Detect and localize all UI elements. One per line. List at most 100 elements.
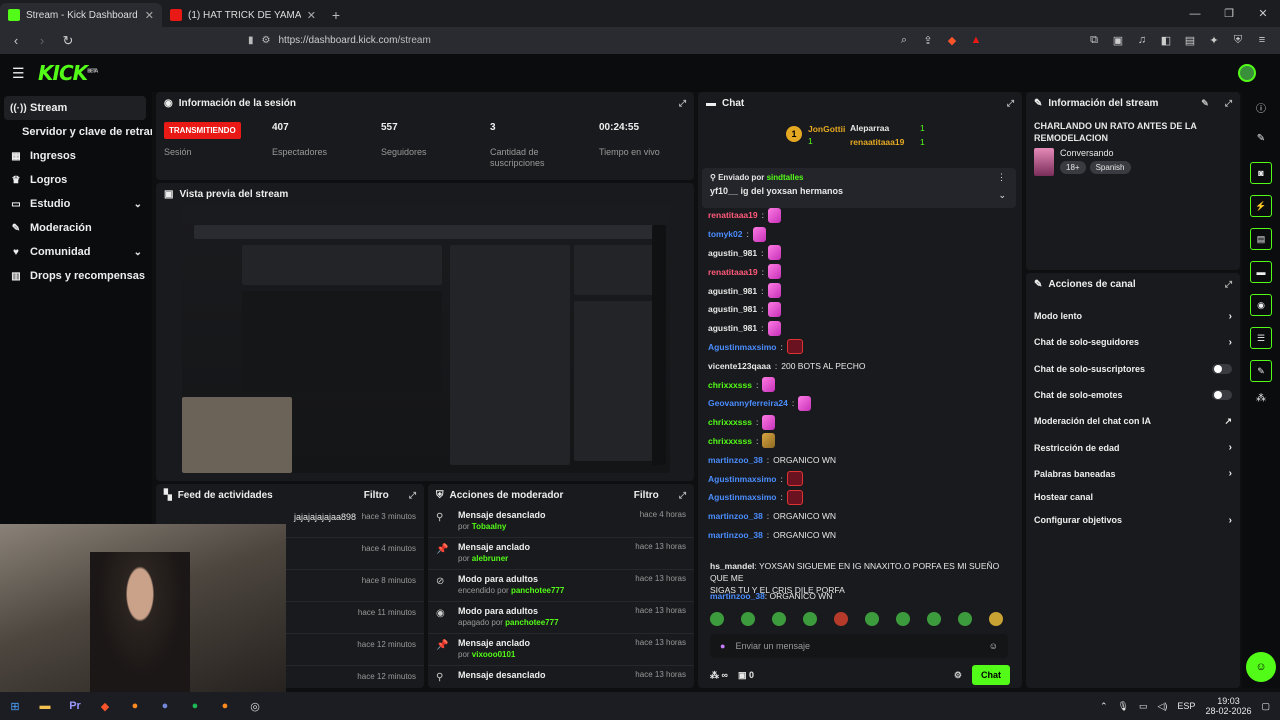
emote-icon[interactable]: [896, 612, 910, 626]
mod-user[interactable]: panchotee777: [505, 618, 558, 627]
filter-button[interactable]: Filtro: [634, 490, 659, 501]
close-tab-icon[interactable]: ✕: [307, 9, 316, 22]
site-info-icon[interactable]: ⚙: [262, 35, 271, 46]
more-options-icon[interactable]: ⋮: [997, 172, 1006, 183]
obs-icon[interactable]: ◎: [240, 692, 270, 720]
popout-icon[interactable]: ⤢: [409, 490, 416, 501]
brave-shield-icon[interactable]: ◆: [944, 31, 960, 49]
microphone-icon[interactable]: 🎙: [1118, 701, 1129, 712]
reload-icon[interactable]: ↻: [58, 33, 78, 49]
screenshot-icon[interactable]: ▣: [1110, 31, 1126, 49]
emote-icon[interactable]: [865, 612, 879, 626]
support-chat-icon[interactable]: ☺: [1246, 652, 1276, 682]
network-icon[interactable]: ▭: [1139, 701, 1148, 712]
age-restriction-row[interactable]: Restricción de edad ›: [1026, 434, 1240, 460]
notes-icon[interactable]: ▤: [1250, 228, 1272, 250]
banned-words-row[interactable]: Palabras baneadas ›: [1026, 461, 1240, 487]
vpn-icon[interactable]: ⛨: [1230, 31, 1246, 49]
back-icon[interactable]: ‹: [6, 33, 26, 48]
sidebar-item-server-key[interactable]: Servidor y clave de retransmisión: [0, 120, 152, 144]
chat-bubble-icon[interactable]: ▬: [1250, 261, 1272, 283]
top-user[interactable]: Aleparraa: [850, 123, 889, 133]
spotify-icon[interactable]: ●: [180, 692, 210, 720]
subs-only-toggle[interactable]: [1212, 363, 1232, 374]
gift-icon[interactable]: ▣ 0: [738, 670, 754, 681]
chat-user[interactable]: tomyk02: [708, 229, 743, 239]
clock[interactable]: 19:03 28-02-2026: [1205, 696, 1251, 716]
camera-icon[interactable]: ◙: [1250, 162, 1272, 184]
chat-user[interactable]: Geovannyferreira24: [708, 398, 788, 408]
emote-icon[interactable]: [989, 612, 1003, 626]
chat-user[interactable]: chrixxxsss: [708, 436, 752, 446]
top-user[interactable]: renaatitaaa19: [850, 137, 904, 147]
popout-icon[interactable]: ⤢: [679, 490, 686, 501]
minimize-icon[interactable]: —: [1178, 0, 1212, 27]
chat-user[interactable]: agustin_981: [708, 286, 757, 296]
windows-start-icon[interactable]: ⊞: [0, 692, 30, 720]
filter-button[interactable]: Filtro: [364, 490, 389, 501]
mod-user[interactable]: panchotee777: [511, 586, 564, 595]
user-avatar[interactable]: [1238, 64, 1256, 82]
tools-icon[interactable]: ✎: [1250, 360, 1272, 382]
extensions-icon[interactable]: ⧉: [1086, 31, 1102, 49]
sidebar-item-ingresos[interactable]: ▦ Ingresos: [0, 144, 152, 168]
new-tab-icon[interactable]: +: [324, 3, 348, 27]
chat-user[interactable]: Agustinmaxsimo: [708, 492, 777, 502]
chat-user[interactable]: martinzoo_38: [708, 455, 763, 465]
volume-icon[interactable]: ◁): [1158, 701, 1168, 712]
ai-moderation-row[interactable]: Moderación del chat con IA ↗: [1026, 408, 1240, 434]
emote-icon[interactable]: [803, 612, 817, 626]
kick-logo[interactable]: KICKBETA: [38, 61, 98, 85]
brave-icon[interactable]: ◆: [90, 692, 120, 720]
chat-user[interactable]: Agustinmaxsimo: [708, 342, 777, 352]
category-name[interactable]: Conversando: [1060, 148, 1131, 158]
goals-row[interactable]: Configurar objetivos ›: [1026, 507, 1240, 533]
mod-user[interactable]: vixooo0101: [472, 650, 516, 659]
category-thumbnail[interactable]: [1034, 148, 1054, 176]
sidebar-toggle-icon[interactable]: ◧: [1158, 31, 1174, 49]
premiere-icon[interactable]: Pr: [60, 692, 90, 720]
file-explorer-icon[interactable]: ▬: [30, 692, 60, 720]
popout-icon[interactable]: ⤢: [1225, 279, 1232, 290]
firefox-icon[interactable]: ●: [120, 692, 150, 720]
zoom-icon[interactable]: ⌕: [896, 31, 912, 49]
sidebar-item-stream[interactable]: ((·)) Stream: [4, 96, 146, 120]
host-channel-row[interactable]: Hostear canal: [1026, 487, 1240, 507]
chat-user[interactable]: agustin_981: [708, 323, 757, 333]
close-tab-icon[interactable]: ✕: [145, 9, 154, 22]
music-icon[interactable]: ♫: [1134, 31, 1150, 49]
chat-user[interactable]: Agustinmaxsimo: [708, 474, 777, 484]
chat-user[interactable]: chrixxxsss: [708, 380, 752, 390]
chat-send-button[interactable]: Chat: [972, 665, 1010, 685]
info-icon[interactable]: ⓘ: [1242, 100, 1280, 115]
popout-icon[interactable]: ⤢: [679, 98, 686, 109]
restore-icon[interactable]: ❐: [1212, 0, 1246, 27]
firefox-icon[interactable]: ●: [210, 692, 240, 720]
share-nodes-icon[interactable]: ⁂: [1242, 393, 1280, 404]
pinned-user[interactable]: sindtalles: [767, 173, 804, 182]
edit-icon[interactable]: ✎: [1242, 133, 1280, 144]
chat-user[interactable]: martinzoo_38: [708, 511, 763, 521]
emote-icon[interactable]: [772, 612, 786, 626]
emoji-icon[interactable]: ☺: [989, 641, 998, 651]
edit-icon[interactable]: ✎: [1201, 98, 1209, 109]
popout-icon[interactable]: ⤢: [1007, 98, 1014, 109]
emote-icon[interactable]: [834, 612, 848, 626]
tray-chevron-icon[interactable]: ⌃: [1100, 701, 1108, 712]
wallet-icon[interactable]: ▤: [1182, 31, 1198, 49]
kick-points-icon[interactable]: ⁂ ∞: [710, 670, 728, 681]
emotes-only-toggle[interactable]: [1212, 390, 1232, 401]
forward-icon[interactable]: ›: [32, 33, 52, 48]
slow-mode-row[interactable]: Modo lento ›: [1026, 303, 1240, 329]
top-user[interactable]: JonGottii: [808, 124, 845, 134]
popout-icon[interactable]: ⤢: [1225, 98, 1232, 109]
list-icon[interactable]: ☰: [1250, 327, 1272, 349]
chat-user[interactable]: martinzoo_38: [710, 591, 765, 601]
bookmark-icon[interactable]: ▮: [248, 35, 254, 46]
sidebar-item-moderacion[interactable]: ✎ Moderación: [0, 216, 152, 240]
sidebar-item-logros[interactable]: ♛ Logros: [0, 168, 152, 192]
chat-input[interactable]: ● Enviar un mensaje ☺: [710, 634, 1008, 658]
emote-icon[interactable]: [927, 612, 941, 626]
sidebar-item-comunidad[interactable]: ♥ Comunidad ⌄: [0, 240, 152, 264]
bolt-icon[interactable]: ⚡: [1250, 195, 1272, 217]
